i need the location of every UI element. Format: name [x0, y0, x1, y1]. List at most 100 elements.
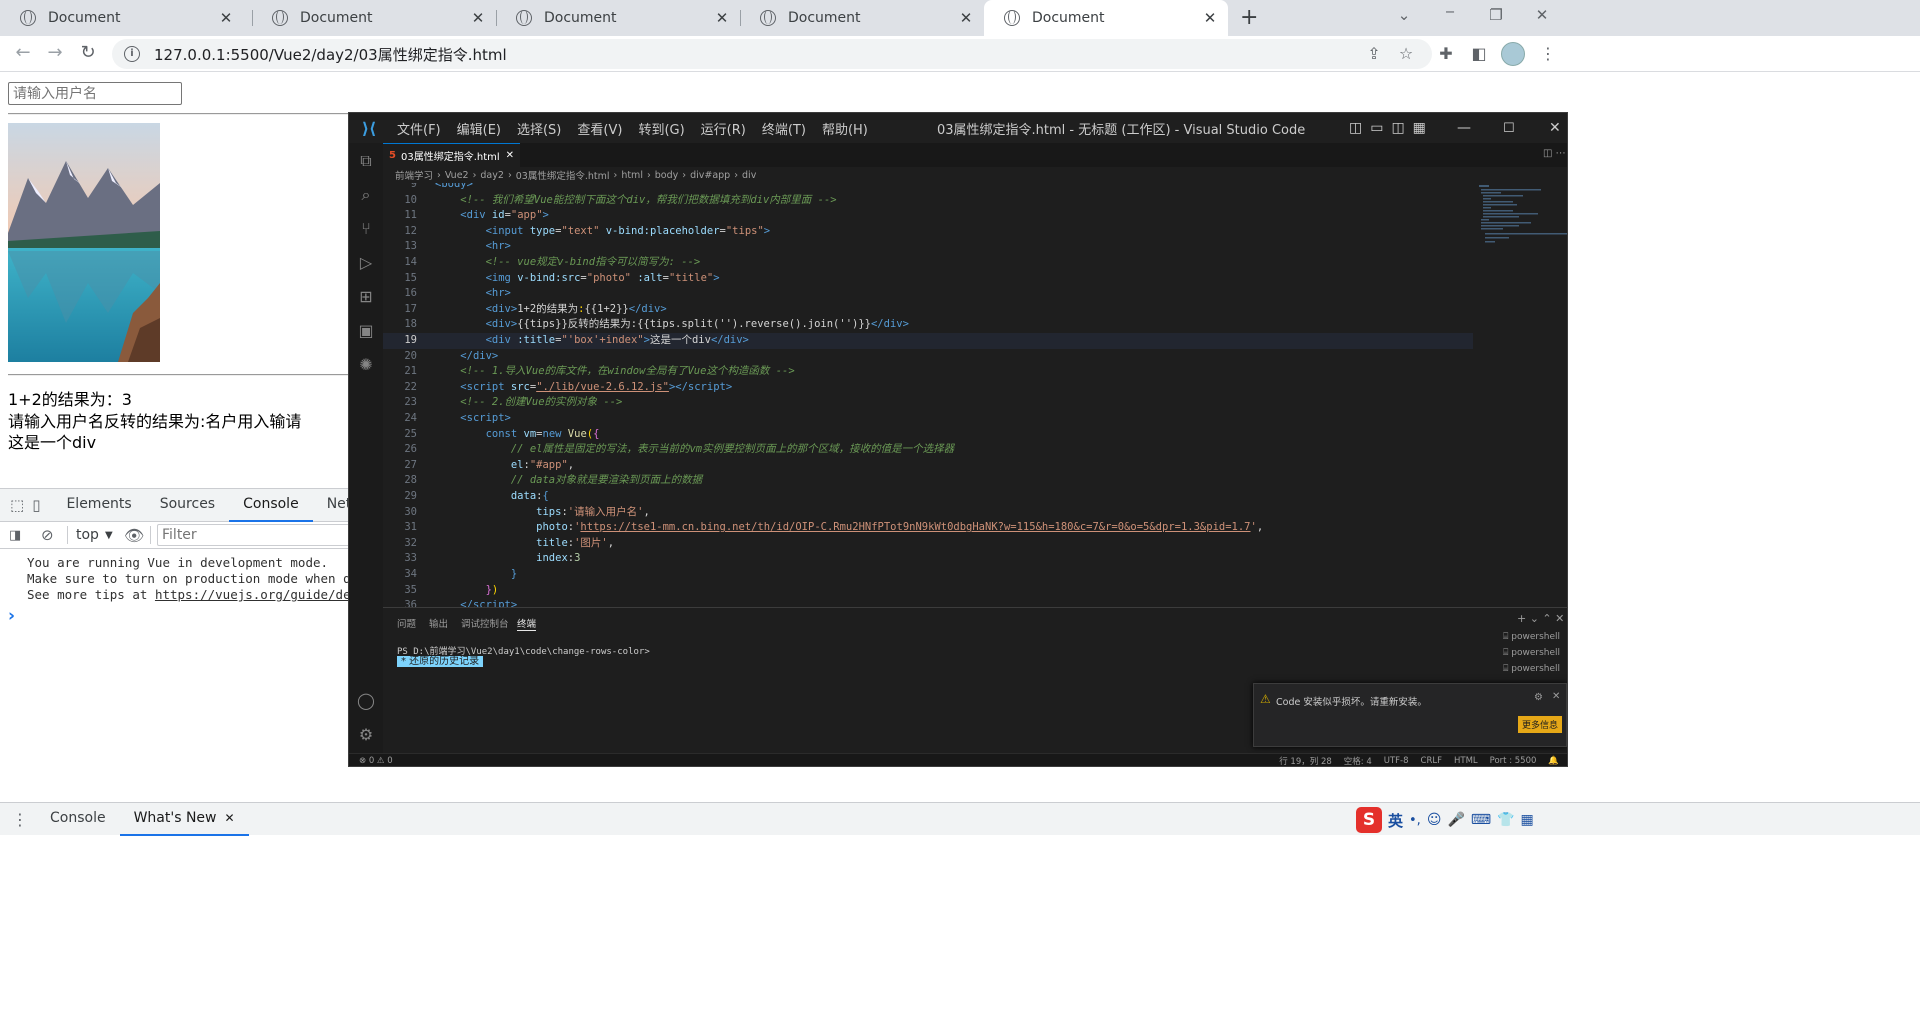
- code-line[interactable]: 15 <img v-bind:src="photo" :alt="title">: [383, 271, 1473, 287]
- extensions-icon[interactable]: ⊞: [356, 287, 376, 307]
- code-line[interactable]: 33 index:3: [383, 551, 1473, 567]
- panel-tab-debug-console[interactable]: 调试控制台: [461, 616, 509, 630]
- drawer-tab-console[interactable]: Console: [36, 802, 120, 836]
- sidebar-toggle-icon[interactable]: ◨: [9, 528, 27, 543]
- context-selector[interactable]: top ▼: [76, 527, 116, 543]
- notifications-bell-icon[interactable]: 🔔: [1548, 756, 1559, 766]
- breadcrumb-item[interactable]: 前端学习: [395, 168, 433, 182]
- language-mode[interactable]: HTML: [1454, 756, 1478, 766]
- explorer-icon[interactable]: ⧉: [356, 151, 376, 171]
- inspect-element-icon[interactable]: ⬚: [10, 496, 24, 514]
- back-icon[interactable]: ←: [12, 42, 34, 63]
- code-line[interactable]: 30 tips:'请输入用户名',: [383, 505, 1473, 521]
- eol-status[interactable]: CRLF: [1421, 756, 1442, 766]
- clear-console-icon[interactable]: ⊘: [41, 526, 59, 544]
- browser-tab[interactable]: Document ✕: [496, 0, 740, 36]
- tab-elements[interactable]: Elements: [52, 488, 145, 522]
- address-bar[interactable]: i 127.0.0.1:5500/Vue2/day2/03属性绑定指令.html: [112, 39, 1432, 69]
- minimize-icon[interactable]: —: [1457, 120, 1471, 136]
- tab-close-icon[interactable]: ✕: [1202, 9, 1218, 27]
- code-line[interactable]: 20 </div>: [383, 349, 1473, 365]
- code-line[interactable]: 17 <div>1+2的结果为:{{1+2}}</div>: [383, 302, 1473, 318]
- drawer-menu-icon[interactable]: ⋮: [12, 810, 28, 829]
- code-line[interactable]: 16 <hr>: [383, 286, 1473, 302]
- share-icon[interactable]: ⇪: [1364, 44, 1384, 63]
- breadcrumb-item[interactable]: html: [621, 170, 643, 181]
- restore-icon[interactable]: ❐: [1486, 6, 1506, 24]
- cursor-position[interactable]: 行 19，列 28: [1279, 755, 1332, 766]
- live-server-port[interactable]: Port : 5500: [1490, 756, 1537, 766]
- console-prompt-icon[interactable]: ›: [8, 606, 15, 626]
- reload-icon[interactable]: ↻: [77, 42, 99, 63]
- browser-tab[interactable]: Document ✕: [740, 0, 984, 36]
- code-line[interactable]: 21 <!-- 1.导入Vue的库文件，在window全局有了Vue这个构造函数…: [383, 364, 1473, 380]
- menu-file[interactable]: 文件(F): [389, 119, 449, 138]
- menu-edit[interactable]: 编辑(E): [449, 119, 509, 138]
- code-line[interactable]: 10 <!-- 我们希望Vue能控制下面这个div，帮我们把数据填充到div内部…: [383, 193, 1473, 209]
- code-line[interactable]: 32 title:'图片',: [383, 536, 1473, 552]
- site-info-icon[interactable]: i: [124, 46, 140, 62]
- terminal-instance[interactable]: ⌸ powershell: [1503, 664, 1560, 674]
- code-line[interactable]: 35 }): [383, 583, 1473, 599]
- emoji-icon[interactable]: ☺: [1427, 812, 1442, 828]
- device-toolbar-icon[interactable]: ▯: [32, 496, 40, 514]
- code-line[interactable]: 18 <div>{{tips}}反转的结果为:{{tips.split('').…: [383, 317, 1473, 333]
- search-icon[interactable]: ⌕: [356, 185, 376, 205]
- bookmark-star-icon[interactable]: ☆: [1396, 44, 1416, 63]
- close-tab-icon[interactable]: ✕: [506, 150, 514, 161]
- panel-actions-icon[interactable]: + ⌄ ⌃ ✕: [1517, 612, 1564, 625]
- punctuation-icon[interactable]: •,: [1409, 813, 1421, 828]
- toolbox-icon[interactable]: ▦: [1521, 812, 1534, 828]
- breadcrumb-item[interactable]: 03属性绑定指令.html: [516, 168, 610, 182]
- indentation-status[interactable]: 空格: 4: [1344, 755, 1372, 766]
- accounts-icon[interactable]: ◯: [356, 691, 376, 711]
- extensions-icon[interactable]: ✚: [1436, 44, 1456, 63]
- tab-close-icon[interactable]: ✕: [958, 9, 974, 27]
- minimize-icon[interactable]: ‒: [1440, 2, 1460, 20]
- new-tab-icon[interactable]: +: [1240, 5, 1264, 30]
- notification-settings-icon[interactable]: ⚙: [1534, 692, 1543, 703]
- code-line[interactable]: 31 photo:'https://tse1-mm.cn.bing.net/th…: [383, 520, 1473, 536]
- source-control-icon[interactable]: ⑂: [356, 219, 376, 239]
- breadcrumb-item[interactable]: div: [742, 170, 756, 181]
- breadcrumb-item[interactable]: div#app: [690, 170, 730, 181]
- code-line[interactable]: 27 el:"#app",: [383, 458, 1473, 474]
- drawer-tab-whats-new[interactable]: What's New ✕: [119, 802, 249, 836]
- more-info-button[interactable]: 更多信息: [1518, 716, 1563, 733]
- menu-run[interactable]: 运行(R): [693, 119, 754, 138]
- close-window-icon[interactable]: ✕: [1532, 6, 1552, 24]
- keyboard-icon[interactable]: ⌨: [1471, 812, 1491, 828]
- more-menu-icon[interactable]: ⋮: [1538, 44, 1558, 63]
- vue-docs-link[interactable]: https://vuejs.org/guide/dep: [155, 587, 350, 602]
- remote-explorer-icon[interactable]: ▣: [356, 321, 376, 341]
- code-line[interactable]: 25 const vm=new Vue({: [383, 427, 1473, 443]
- close-tab-icon[interactable]: ✕: [225, 802, 235, 835]
- code-line[interactable]: 11 <div id="app">: [383, 208, 1473, 224]
- code-line[interactable]: 36 </script>: [383, 598, 1473, 607]
- settings-gear-icon[interactable]: ⚙: [356, 725, 376, 745]
- ime-language[interactable]: 英: [1388, 810, 1403, 831]
- maximize-icon[interactable]: ☐: [1503, 121, 1515, 136]
- problems-status[interactable]: ⊗ 0 ⚠ 0: [359, 756, 393, 766]
- panel-tab-problems[interactable]: 问题: [397, 616, 416, 630]
- encoding-status[interactable]: UTF-8: [1384, 756, 1409, 766]
- browser-tab-active[interactable]: Document ✕: [984, 0, 1228, 36]
- notification-close-icon[interactable]: ✕: [1552, 691, 1560, 702]
- forward-icon[interactable]: →: [44, 42, 66, 63]
- menu-terminal[interactable]: 终端(T): [754, 119, 814, 138]
- split-editor-icon[interactable]: ◫ ⋯: [1543, 148, 1566, 159]
- menu-selection[interactable]: 选择(S): [509, 119, 569, 138]
- panel-tab-terminal[interactable]: 终端: [517, 616, 537, 631]
- close-window-icon[interactable]: ✕: [1549, 120, 1561, 136]
- code-line[interactable]: 24 <script>: [383, 411, 1473, 427]
- skin-icon[interactable]: 👕: [1497, 812, 1514, 828]
- profile-avatar[interactable]: [1501, 42, 1525, 66]
- code-line[interactable]: 19 <div :title="'box'+index">这是一个div</di…: [383, 333, 1473, 349]
- side-panel-icon[interactable]: ◧: [1469, 44, 1489, 63]
- console-filter-input[interactable]: Filter: [157, 524, 350, 546]
- username-input[interactable]: [8, 82, 182, 105]
- breadcrumb-item[interactable]: day2: [480, 170, 504, 181]
- sogou-logo[interactable]: S: [1356, 807, 1382, 833]
- layout-controls-icon[interactable]: ◫▭◫▦: [1349, 120, 1434, 136]
- editor-tab-active[interactable]: 5 03属性绑定指令.html ✕: [383, 143, 521, 167]
